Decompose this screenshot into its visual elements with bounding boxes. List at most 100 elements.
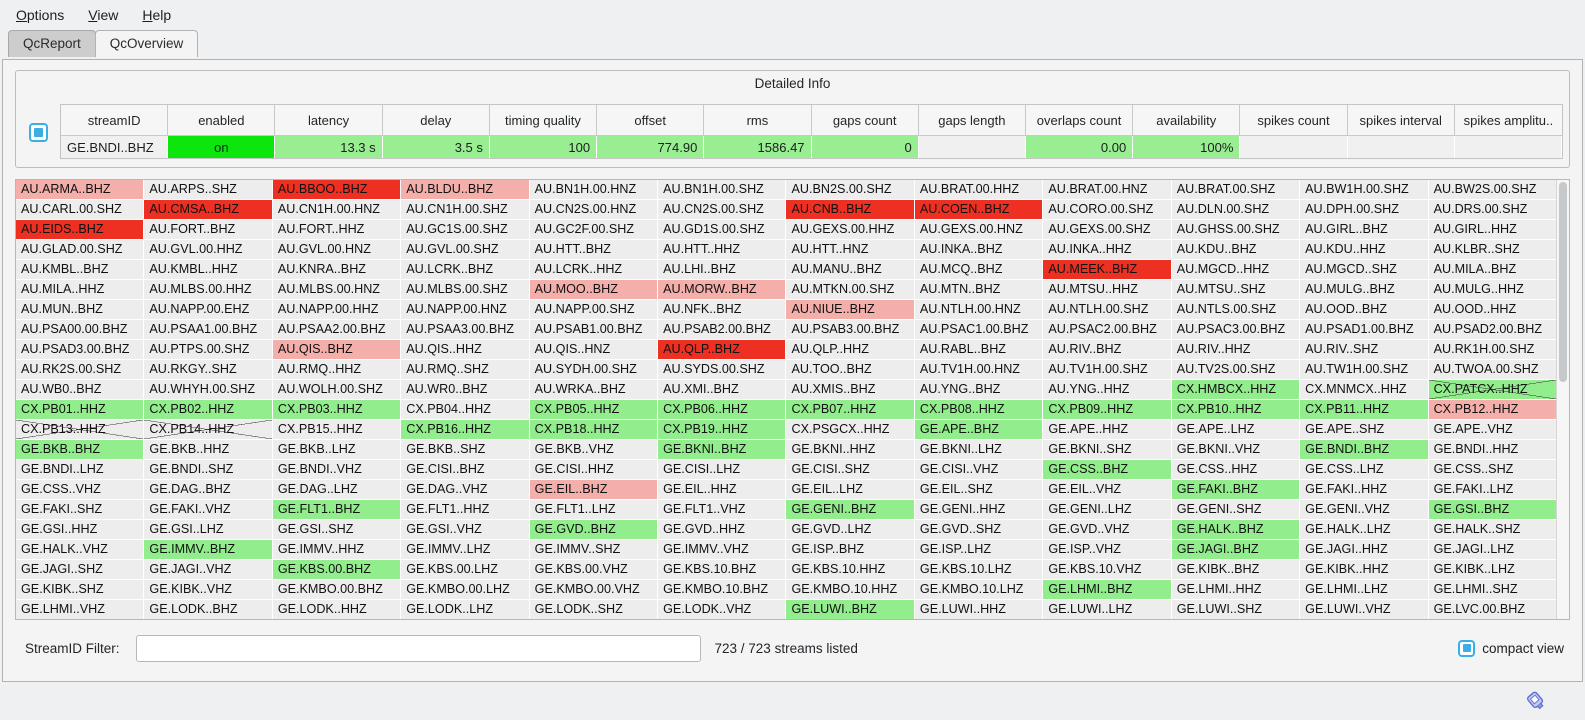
- stream-cell[interactable]: GE.HALK..VHZ: [16, 540, 143, 559]
- stream-cell[interactable]: AU.TOO..BHZ: [786, 360, 913, 379]
- stream-cell[interactable]: GE.JAGI..BHZ: [1172, 540, 1299, 559]
- stream-cell[interactable]: AU.KMBL..HHZ: [144, 260, 271, 279]
- stream-cell[interactable]: GE.FAKI..BHZ: [1172, 480, 1299, 499]
- stream-cell[interactable]: AU.BBOO..BHZ: [273, 180, 400, 199]
- stream-cell[interactable]: AU.MLBS.00.HNZ: [273, 280, 400, 299]
- stream-cell[interactable]: AU.TWOA.00.SHZ: [1429, 360, 1556, 379]
- stream-cell[interactable]: GE.EIL..HHZ: [658, 480, 785, 499]
- stream-cell[interactable]: AU.NAPP.00.HHZ: [273, 300, 400, 319]
- stream-cell[interactable]: GE.KMBO.10.HHZ: [786, 580, 913, 599]
- detail-column-header[interactable]: overlaps count: [1026, 105, 1133, 136]
- stream-cell[interactable]: AU.SYDS.00.SHZ: [658, 360, 785, 379]
- stream-cell[interactable]: AU.BRAT.00.SHZ: [1172, 180, 1299, 199]
- stream-cell[interactable]: GE.GSI..VHZ: [401, 520, 528, 539]
- stream-cell[interactable]: GE.KIBK..LHZ: [1429, 560, 1556, 579]
- stream-cell[interactable]: AU.TW1H.00.SHZ: [1300, 360, 1427, 379]
- stream-cell[interactable]: AU.MLBS.00.SHZ: [401, 280, 528, 299]
- stream-cell[interactable]: AU.RIV..SHZ: [1300, 340, 1427, 359]
- stream-cell[interactable]: AU.HTT..BHZ: [530, 240, 657, 259]
- stream-cell[interactable]: GE.BNDI..LHZ: [16, 460, 143, 479]
- stream-cell[interactable]: GE.ISP..VHZ: [1043, 540, 1170, 559]
- vertical-scrollbar[interactable]: [1556, 180, 1569, 619]
- stream-cell[interactable]: CX.PB07..HHZ: [786, 400, 913, 419]
- stream-cell[interactable]: AU.NTLH.00.SHZ: [1043, 300, 1170, 319]
- stream-cell[interactable]: GE.JAGI..LHZ: [1429, 540, 1556, 559]
- stream-cell[interactable]: AU.CMSA..BHZ: [144, 200, 271, 219]
- stream-cell[interactable]: AU.PSA00.00.BHZ: [16, 320, 143, 339]
- stream-cell[interactable]: AU.MTSU..HHZ: [1043, 280, 1170, 299]
- stream-cell[interactable]: AU.CN1H.00.HNZ: [273, 200, 400, 219]
- stream-cell[interactable]: AU.PSAD3.00.BHZ: [16, 340, 143, 359]
- stream-cell[interactable]: GE.CISI..VHZ: [915, 460, 1042, 479]
- stream-cell[interactable]: GE.BNDI..BHZ: [1300, 440, 1427, 459]
- stream-cell[interactable]: AU.MTSU..SHZ: [1172, 280, 1299, 299]
- stream-cell[interactable]: AU.KDU..HHZ: [1300, 240, 1427, 259]
- stream-cell[interactable]: AU.ARPS..SHZ: [144, 180, 271, 199]
- stream-cell[interactable]: AU.GIRL..BHZ: [1300, 220, 1427, 239]
- stream-cell[interactable]: AU.CARL.00.SHZ: [16, 200, 143, 219]
- stream-cell[interactable]: AU.MGCD..HHZ: [1172, 260, 1299, 279]
- stream-cell[interactable]: AU.INKA..HHZ: [1043, 240, 1170, 259]
- stream-cell[interactable]: AU.PTPS.00.SHZ: [144, 340, 271, 359]
- stream-cell[interactable]: GE.LHMI..HHZ: [1172, 580, 1299, 599]
- stream-cell[interactable]: CX.PB15..HHZ: [273, 420, 400, 439]
- stream-cell[interactable]: GE.IMMV..LHZ: [401, 540, 528, 559]
- stream-cell[interactable]: AU.ARMA..BHZ: [16, 180, 143, 199]
- stream-cell[interactable]: AU.MTKN.00.SHZ: [786, 280, 913, 299]
- stream-cell[interactable]: GE.BKB..BHZ: [16, 440, 143, 459]
- stream-cell[interactable]: GE.BKNI..SHZ: [1043, 440, 1170, 459]
- stream-cell[interactable]: AU.MOO..BHZ: [530, 280, 657, 299]
- stream-cell[interactable]: GE.GENI..BHZ: [786, 500, 913, 519]
- stream-cell[interactable]: GE.GVD..BHZ: [530, 520, 657, 539]
- stream-cell[interactable]: AU.QIS..HNZ: [530, 340, 657, 359]
- stream-cell[interactable]: CX.PB08..HHZ: [915, 400, 1042, 419]
- stream-cell[interactable]: AU.GVL.00.HNZ: [273, 240, 400, 259]
- stream-cell[interactable]: AU.XMI..BHZ: [658, 380, 785, 399]
- stream-cell[interactable]: AU.GVL.00.HHZ: [144, 240, 271, 259]
- detail-column-header[interactable]: latency: [275, 105, 382, 136]
- stream-cell[interactable]: AU.RABL..BHZ: [915, 340, 1042, 359]
- stream-cell[interactable]: GE.GSI..HHZ: [16, 520, 143, 539]
- stream-cell[interactable]: AU.XMIS..BHZ: [786, 380, 913, 399]
- stream-cell[interactable]: GE.EIL..LHZ: [786, 480, 913, 499]
- stream-cell[interactable]: AU.KMBL..BHZ: [16, 260, 143, 279]
- stream-cell[interactable]: GE.CSS..VHZ: [16, 480, 143, 499]
- stream-cell[interactable]: AU.PSAC1.00.BHZ: [915, 320, 1042, 339]
- stream-cell[interactable]: AU.OOD..BHZ: [1300, 300, 1427, 319]
- stream-cell[interactable]: GE.CISI..HHZ: [530, 460, 657, 479]
- stream-cell[interactable]: GE.LUWI..VHZ: [1300, 600, 1427, 619]
- stream-cell[interactable]: AU.RKGY..SHZ: [144, 360, 271, 379]
- stream-cell[interactable]: AU.RMQ..SHZ: [401, 360, 528, 379]
- stream-cell[interactable]: AU.NAPP.00.SHZ: [530, 300, 657, 319]
- stream-cell[interactable]: GE.KMBO.00.VHZ: [530, 580, 657, 599]
- stream-cell[interactable]: GE.BKB..VHZ: [530, 440, 657, 459]
- stream-cell[interactable]: AU.PSAB2.00.BHZ: [658, 320, 785, 339]
- stream-cell[interactable]: AU.QIS..BHZ: [273, 340, 400, 359]
- detail-column-header[interactable]: spikes interval: [1348, 105, 1455, 136]
- stream-cell[interactable]: AU.WHYH.00.SHZ: [144, 380, 271, 399]
- stream-cell[interactable]: CX.PB16..HHZ: [401, 420, 528, 439]
- stream-cell[interactable]: GE.APE..SHZ: [1300, 420, 1427, 439]
- stream-cell[interactable]: GE.IMMV..HHZ: [273, 540, 400, 559]
- stream-cell[interactable]: GE.APE..HHZ: [1043, 420, 1170, 439]
- stream-cell[interactable]: GE.FLT1..BHZ: [273, 500, 400, 519]
- stream-cell[interactable]: AU.NFK..BHZ: [658, 300, 785, 319]
- stream-cell[interactable]: GE.BNDI..VHZ: [273, 460, 400, 479]
- stream-cell[interactable]: GE.IMMV..BHZ: [144, 540, 271, 559]
- stream-cell[interactable]: AU.GEXS.00.HHZ: [786, 220, 913, 239]
- stream-cell[interactable]: GE.FLT1..HHZ: [401, 500, 528, 519]
- stream-cell[interactable]: CX.PB02..HHZ: [144, 400, 271, 419]
- stream-cell[interactable]: GE.CSS..LHZ: [1300, 460, 1427, 479]
- stream-cell[interactable]: GE.BKB..HHZ: [144, 440, 271, 459]
- stream-cell[interactable]: GE.DAG..VHZ: [401, 480, 528, 499]
- stream-cell[interactable]: AU.LHI..BHZ: [658, 260, 785, 279]
- stream-cell[interactable]: GE.LHMI..VHZ: [16, 600, 143, 619]
- stream-cell[interactable]: AU.COEN..BHZ: [915, 200, 1042, 219]
- stream-cell[interactable]: AU.NIUE..BHZ: [786, 300, 913, 319]
- stream-cell[interactable]: GE.CSS..SHZ: [1429, 460, 1556, 479]
- detail-column-header[interactable]: rms: [704, 105, 811, 136]
- stream-cell[interactable]: GE.APE..VHZ: [1429, 420, 1556, 439]
- stream-cell[interactable]: AU.BLDU..BHZ: [401, 180, 528, 199]
- stream-cell[interactable]: AU.NAPP.00.HNZ: [401, 300, 528, 319]
- stream-cell[interactable]: CX.PB14..HHZ: [144, 420, 271, 439]
